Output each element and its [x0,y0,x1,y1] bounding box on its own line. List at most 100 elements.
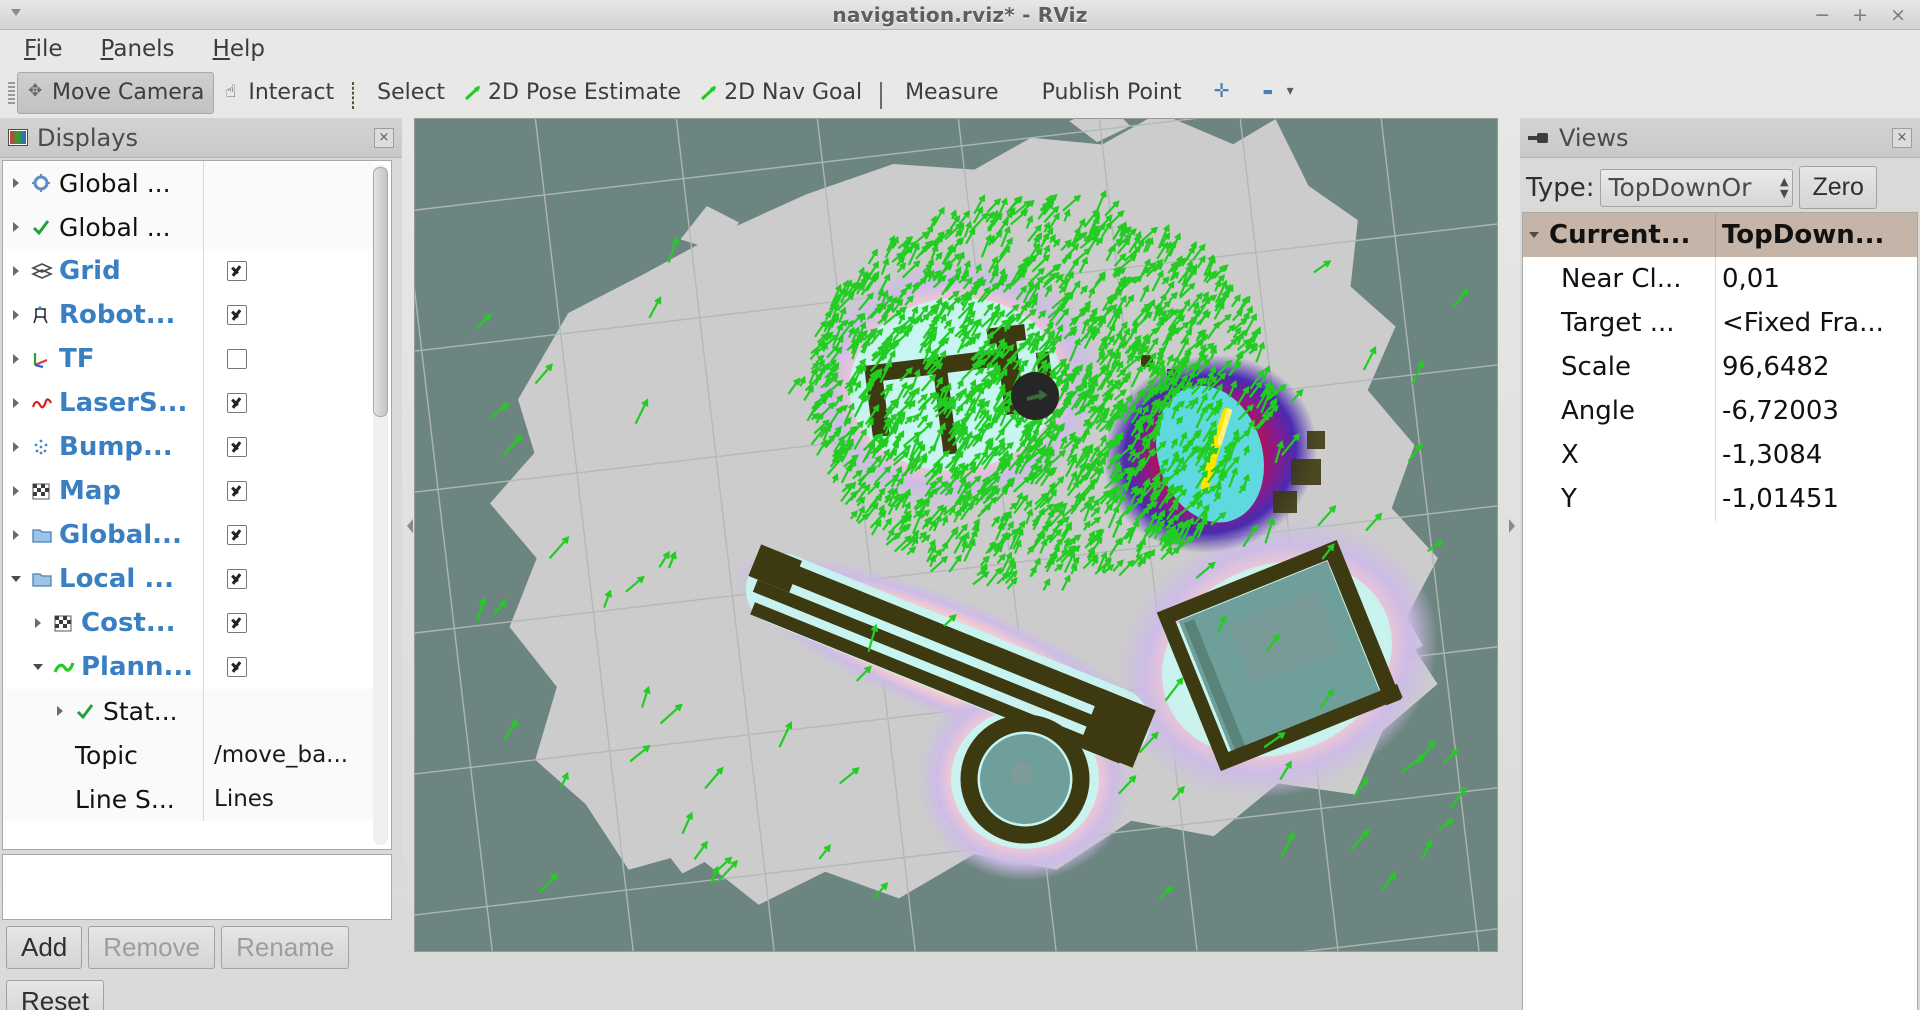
checkbox-icon[interactable] [227,481,247,501]
display-tree-row[interactable]: TF [3,337,373,381]
chevron-down-icon[interactable] [9,571,25,587]
display-enable-checkbox[interactable] [214,569,260,589]
add-display-button[interactable]: Add [6,926,82,969]
display-enable-checkbox[interactable] [214,261,260,281]
checkbox-icon[interactable] [227,349,247,369]
views-property-value[interactable]: -1,3084 [1715,433,1917,477]
display-enable-checkbox[interactable] [214,437,260,457]
checkbox-icon[interactable] [227,657,247,677]
views-property-table[interactable]: Current... TopDown... Near Cl...0,01Targ… [1522,212,1918,1010]
tool-add[interactable] [1205,73,1243,113]
display-tree-item-name[interactable]: Bump... [3,432,203,462]
right-splitter-handle[interactable] [1506,118,1516,952]
display-tree-row[interactable]: Plann... [3,645,373,689]
tool-measure[interactable]: Measure [871,73,1008,113]
display-tree-item-name[interactable]: Global... [3,520,203,550]
display-tree-item-name[interactable]: Plann... [3,652,203,682]
menu-panels[interactable]: Panels [95,34,181,64]
chevron-right-icon[interactable] [9,351,25,367]
views-property-value[interactable]: -1,01451 [1715,477,1917,521]
rename-display-button[interactable]: Rename [221,926,349,969]
chevron-right-icon[interactable] [9,483,25,499]
menu-help[interactable]: Help [207,34,271,64]
chevron-right-icon[interactable] [9,175,25,191]
display-tree-item-name[interactable]: Stat... [3,697,203,726]
checkbox-icon[interactable] [227,261,247,281]
chevron-right-icon[interactable] [9,439,25,455]
views-property-row[interactable]: Y-1,01451 [1523,477,1917,521]
display-tree-row[interactable]: Topic/move_ba... [3,733,373,777]
display-tree-row[interactable]: Stat... [3,689,373,733]
display-tree-row[interactable]: Line S...Lines [3,777,373,821]
display-tree-item-name[interactable]: Topic [3,741,203,770]
views-property-row[interactable]: Scale96,6482 [1523,345,1917,389]
checkbox-icon[interactable] [227,437,247,457]
display-tree-item-name[interactable]: Line S... [3,785,203,814]
chevron-right-icon[interactable] [9,219,25,235]
displays-tree-scrollbar-thumb[interactable] [373,167,388,417]
displays-tree[interactable]: Global ... Global ... Grid Robot... TF LaserS… [2,160,392,850]
display-enable-checkbox[interactable] [214,525,260,545]
close-button[interactable]: × [1890,6,1906,25]
display-enable-checkbox[interactable] [214,613,260,633]
display-tree-item-name[interactable]: Grid [3,256,203,286]
chevron-right-icon[interactable] [9,307,25,323]
display-tree-item-name[interactable]: Robot... [3,300,203,330]
3d-render-view[interactable] [414,118,1498,952]
display-tree-item-name[interactable]: Local ... [3,564,203,594]
view-type-select[interactable]: TopDownOr ▲▼ [1600,169,1793,207]
display-tree-row[interactable]: LaserS... [3,381,373,425]
views-property-row[interactable]: Target ...<Fixed Fra... [1523,301,1917,345]
display-enable-checkbox[interactable] [214,393,260,413]
spinner-updown-icon[interactable]: ▲▼ [1780,176,1788,200]
checkbox-icon[interactable] [227,613,247,633]
checkbox-icon[interactable] [227,525,247,545]
tool-2d-pose-estimate[interactable]: 2D Pose Estimate [454,73,690,113]
maximize-button[interactable]: + [1852,6,1868,25]
chevron-right-icon[interactable] [9,263,25,279]
display-tree-row[interactable]: Grid [3,249,373,293]
display-tree-item-name[interactable]: LaserS... [3,388,203,418]
reset-button[interactable]: Reset [6,980,104,1010]
views-property-value[interactable]: 96,6482 [1715,345,1917,389]
checkbox-icon[interactable] [227,305,247,325]
tool-2d-nav-goal[interactable]: 2D Nav Goal [690,73,871,113]
minimize-button[interactable]: − [1814,6,1830,25]
views-panel-close-button[interactable]: × [1892,128,1912,148]
display-enable-checkbox[interactable] [214,349,260,369]
tool-move-camera[interactable]: Move Camera [17,72,214,114]
display-tree-row[interactable]: Map [3,469,373,513]
display-tree-row[interactable]: Robot... [3,293,373,337]
display-tree-row[interactable]: Global... [3,513,373,557]
chevron-right-icon[interactable] [9,527,25,543]
checkbox-icon[interactable] [227,569,247,589]
views-property-value[interactable]: 0,01 [1715,257,1917,301]
display-enable-checkbox[interactable] [214,657,260,677]
display-enable-checkbox[interactable] [214,305,260,325]
window-menu-icon[interactable] [8,4,24,18]
checkbox-icon[interactable] [227,393,247,413]
remove-display-button[interactable]: Remove [88,926,215,969]
display-tree-item-name[interactable]: Global ... [3,169,203,198]
views-property-row[interactable]: Angle-6,72003 [1523,389,1917,433]
display-tree-item-name[interactable]: Map [3,476,203,506]
views-property-row[interactable]: X-1,3084 [1523,433,1917,477]
display-tree-row[interactable]: Cost... [3,601,373,645]
display-tree-item-name[interactable]: Cost... [3,608,203,638]
toolbar-drag-handle[interactable] [8,82,15,104]
display-tree-row[interactable]: Global ... [3,205,373,249]
zero-button[interactable]: Zero [1799,166,1876,209]
chevron-down-icon[interactable] [31,659,47,675]
chevron-down-icon[interactable] [1527,227,1543,243]
menu-file[interactable]: FFileile [18,34,69,64]
chevron-right-icon[interactable] [53,703,69,719]
views-property-value[interactable]: -6,72003 [1715,389,1917,433]
tool-publish-point[interactable]: Publish Point [1008,73,1191,113]
display-enable-checkbox[interactable] [214,481,260,501]
chevron-right-icon[interactable] [9,395,25,411]
tool-select[interactable]: Select [343,73,454,113]
tool-remove[interactable] [1253,73,1307,113]
display-tree-row[interactable]: Global ... [3,161,373,205]
chevron-right-icon[interactable] [31,615,47,631]
displays-panel-close-button[interactable]: × [374,128,394,148]
